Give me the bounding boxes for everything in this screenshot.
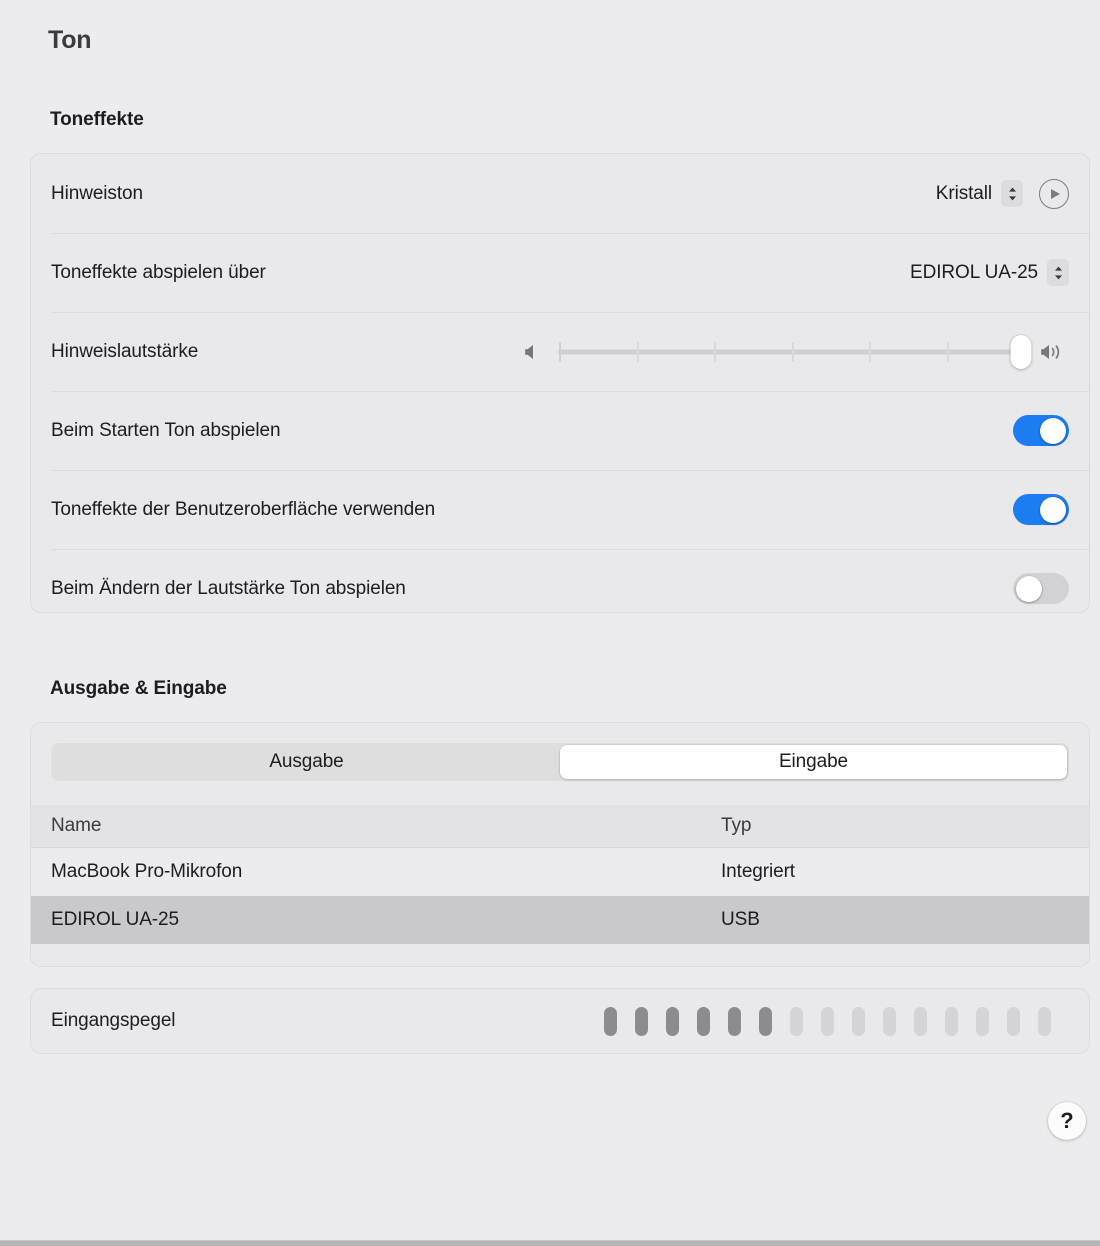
tab-eingabe[interactable]: Eingabe bbox=[560, 745, 1067, 779]
level-segment bbox=[852, 1006, 865, 1036]
device-type: Integriert bbox=[721, 861, 795, 882]
slider-tick bbox=[792, 342, 794, 361]
devices-card: Ausgabe Eingabe Name Typ MacBook Pro-Mik… bbox=[30, 722, 1090, 967]
row-play-sound-on-startup: Beim Starten Ton abspielen bbox=[31, 391, 1089, 470]
alert-volume-slider-group bbox=[522, 334, 1069, 369]
toggle-knob bbox=[1040, 417, 1066, 444]
level-segment bbox=[604, 1006, 617, 1036]
device-type: USB bbox=[721, 909, 760, 930]
table-row[interactable]: MacBook Pro-Mikrofon Integriert bbox=[31, 848, 1089, 896]
row-volume-change-feedback: Beim Ändern der Lautstärke Ton abspielen bbox=[31, 549, 1089, 628]
row-alert-volume: Hinweislautstärke bbox=[31, 312, 1089, 391]
column-header-name: Name bbox=[51, 815, 102, 836]
alert-sound-label: Hinweiston bbox=[51, 182, 143, 204]
level-segment bbox=[759, 1006, 772, 1036]
slider-knob[interactable] bbox=[1010, 334, 1032, 369]
row-alert-sound: Hinweiston Kristall bbox=[31, 154, 1089, 233]
slider-tick bbox=[869, 342, 871, 361]
chevron-up-down-icon bbox=[1001, 180, 1023, 207]
page-title: Ton bbox=[48, 26, 92, 54]
slider-tick bbox=[637, 342, 639, 361]
play-through-popup-button[interactable]: EDIROL UA-25 bbox=[910, 259, 1069, 286]
level-segment bbox=[728, 1006, 741, 1036]
row-ui-sound-effects: Toneffekte der Benutzeroberfläche verwen… bbox=[31, 470, 1089, 549]
volume-change-feedback-label: Beim Ändern der Lautstärke Ton abspielen bbox=[51, 577, 406, 599]
play-through-label: Toneffekte abspielen über bbox=[51, 261, 266, 283]
level-segment bbox=[1007, 1006, 1020, 1036]
play-sound-on-startup-label: Beim Starten Ton abspielen bbox=[51, 419, 281, 441]
level-segment bbox=[697, 1006, 710, 1036]
level-segment bbox=[666, 1006, 679, 1036]
window-bottom-edge bbox=[0, 1240, 1100, 1246]
alert-sound-value: Kristall bbox=[935, 182, 992, 204]
device-name: EDIROL UA-25 bbox=[51, 909, 179, 930]
device-table: Name Typ MacBook Pro-Mikrofon Integriert… bbox=[31, 805, 1089, 944]
level-segment bbox=[635, 1006, 648, 1036]
level-segment bbox=[1038, 1006, 1051, 1036]
sound-settings-pane: Ton Toneffekte Hinweiston Kristall Tonef… bbox=[0, 0, 1100, 1246]
output-input-segmented-control: Ausgabe Eingabe bbox=[51, 743, 1069, 781]
alert-volume-label: Hinweislautstärke bbox=[51, 340, 199, 362]
speaker-low-icon bbox=[522, 341, 544, 363]
play-through-value: EDIROL UA-25 bbox=[910, 261, 1038, 283]
column-header-type: Typ bbox=[721, 815, 752, 836]
level-segment bbox=[945, 1006, 958, 1036]
chevron-up-down-icon bbox=[1047, 259, 1069, 286]
input-level-card: Eingangspegel bbox=[30, 988, 1090, 1054]
volume-change-feedback-control bbox=[1013, 573, 1069, 604]
alert-sound-controls: Kristall bbox=[936, 178, 1069, 209]
alert-sound-popup-button[interactable]: Kristall bbox=[936, 180, 1023, 207]
level-segment bbox=[821, 1006, 834, 1036]
input-level-meter bbox=[604, 1006, 1069, 1036]
speaker-high-icon bbox=[1039, 341, 1069, 363]
toggle-knob bbox=[1040, 496, 1066, 523]
play-alert-sound-button[interactable] bbox=[1039, 178, 1069, 209]
toggle-knob bbox=[1015, 575, 1042, 602]
ui-sound-effects-control bbox=[1013, 494, 1069, 525]
ui-sound-effects-label: Toneffekte der Benutzeroberfläche verwen… bbox=[51, 498, 436, 520]
table-row[interactable]: EDIROL UA-25 USB bbox=[31, 896, 1089, 944]
table-header-row: Name Typ bbox=[31, 805, 1089, 848]
alert-volume-controls bbox=[522, 334, 1069, 369]
row-input-level: Eingangspegel bbox=[31, 989, 1089, 1053]
play-icon bbox=[1051, 188, 1060, 199]
ui-sound-effects-toggle[interactable] bbox=[1013, 494, 1069, 525]
alert-volume-slider[interactable] bbox=[558, 334, 1032, 369]
device-name: MacBook Pro-Mikrofon bbox=[51, 861, 243, 882]
tab-ausgabe[interactable]: Ausgabe bbox=[53, 745, 560, 779]
sound-effects-card: Hinweiston Kristall Toneffekte abspielen… bbox=[30, 153, 1090, 613]
play-sound-on-startup-toggle[interactable] bbox=[1013, 415, 1069, 446]
level-segment bbox=[914, 1006, 927, 1036]
slider-tick bbox=[714, 342, 716, 361]
slider-tick bbox=[559, 342, 561, 361]
help-button[interactable]: ? bbox=[1048, 1102, 1086, 1140]
section-header-output-input: Ausgabe & Eingabe bbox=[50, 678, 227, 699]
volume-change-feedback-toggle[interactable] bbox=[1013, 573, 1069, 604]
play-sound-on-startup-control bbox=[1013, 415, 1069, 446]
level-segment bbox=[883, 1006, 896, 1036]
slider-tick bbox=[947, 342, 949, 361]
level-segment bbox=[976, 1006, 989, 1036]
input-level-label: Eingangspegel bbox=[51, 1010, 176, 1031]
row-play-through: Toneffekte abspielen über EDIROL UA-25 bbox=[31, 233, 1089, 312]
section-header-sound-effects: Toneffekte bbox=[50, 109, 144, 130]
play-through-controls: EDIROL UA-25 bbox=[910, 259, 1069, 286]
question-mark-icon: ? bbox=[1060, 1108, 1074, 1133]
level-segment bbox=[790, 1006, 803, 1036]
